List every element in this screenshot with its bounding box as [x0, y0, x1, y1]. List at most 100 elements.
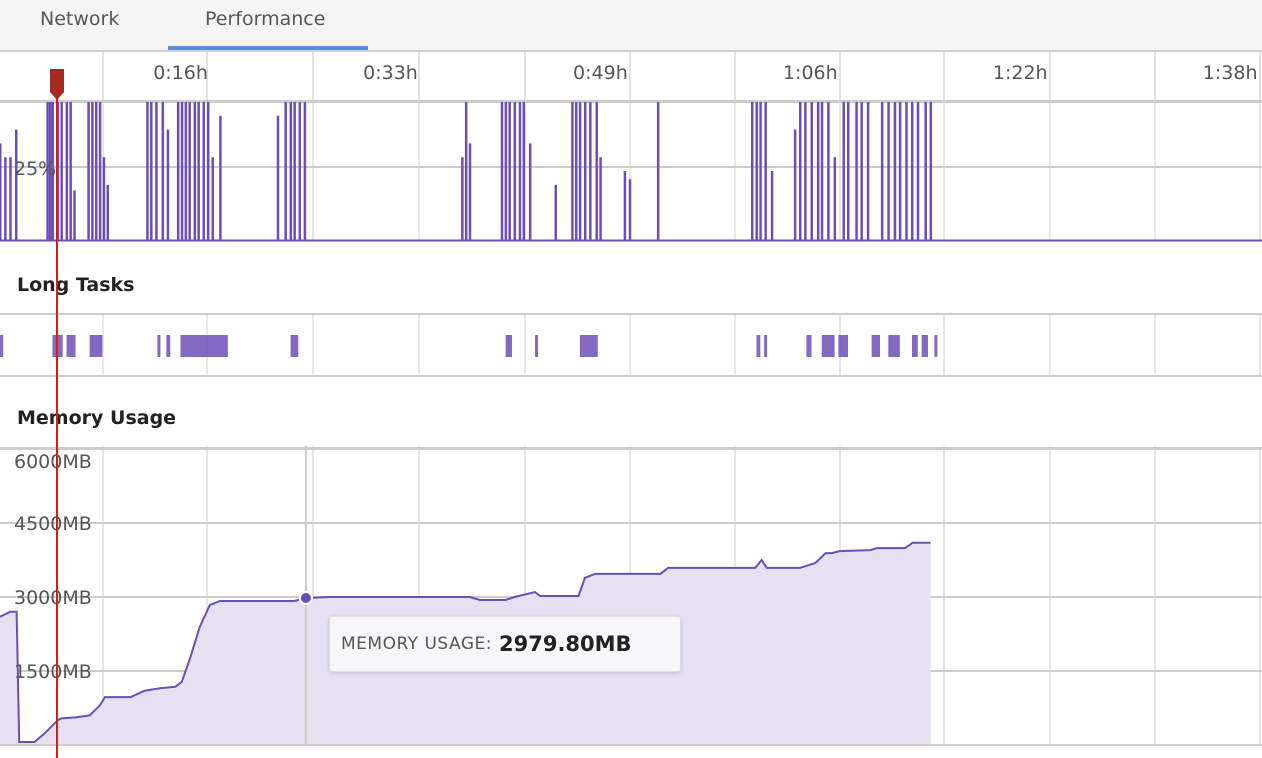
cpu-spike	[855, 102, 858, 240]
cpu-spike	[0, 143, 2, 240]
long-task-bar	[838, 335, 848, 357]
cpu-spike	[880, 102, 884, 240]
time-tick-label: 0:49h	[573, 62, 628, 84]
cpu-spike	[303, 102, 307, 240]
cpu-spike	[755, 102, 758, 240]
cpu-spike	[860, 102, 863, 240]
playhead[interactable]	[47, 52, 67, 758]
long-task-bar	[756, 335, 761, 357]
cpu-spike	[289, 102, 293, 240]
long-tasks-title: Long Tasks	[17, 274, 135, 296]
cpu-spike	[207, 102, 210, 240]
tab-network[interactable]: Network	[40, 8, 119, 30]
cpu-spike	[804, 102, 807, 240]
cpu-spike	[202, 102, 206, 240]
cpu-spike	[87, 102, 90, 240]
long-task-bar	[66, 335, 76, 357]
time-axis: 0:16h 0:33h 0:49h 1:06h 1:22h 1:38h	[0, 52, 1262, 102]
cpu-spike	[468, 143, 472, 240]
cpu-spike	[146, 102, 149, 240]
cpu-spike	[106, 184, 110, 240]
long-task-bar	[888, 335, 900, 357]
long-task-bar	[180, 335, 228, 357]
tab-performance[interactable]: Performance	[205, 8, 325, 30]
cpu-spike	[184, 102, 188, 240]
cpu-spike	[751, 102, 754, 240]
cpu-spike	[887, 102, 890, 240]
cpu-spike	[69, 102, 72, 240]
long-task-bar	[0, 335, 4, 357]
cpu-spike	[628, 179, 632, 240]
long-task-bar	[505, 335, 512, 357]
cpu-spike	[9, 157, 12, 240]
cpu-spike	[759, 102, 762, 240]
memory-usage-title: Memory Usage	[17, 407, 177, 429]
time-tick-label: 1:22h	[993, 62, 1048, 84]
cpu-spike	[461, 157, 464, 240]
cpu-spike	[793, 129, 797, 240]
cpu-spike	[599, 157, 602, 240]
cpu-spike	[827, 102, 830, 240]
cpu-spike	[155, 102, 158, 240]
cpu-spike	[98, 102, 102, 240]
long-task-bar	[871, 335, 880, 357]
long-tasks-chart	[0, 313, 1262, 377]
cpu-spike	[91, 102, 94, 240]
cpu-spike	[764, 102, 767, 240]
cpu-spike	[656, 102, 660, 240]
tab-bar: Network Performance	[0, 0, 1262, 52]
long-task-bar	[821, 335, 835, 357]
tooltip-label: MEMORY USAGE:	[341, 634, 492, 654]
cpu-spike	[924, 102, 927, 240]
cpu-spike	[799, 102, 802, 240]
cpu-spike	[513, 102, 517, 240]
cpu-spike	[293, 102, 296, 240]
cpu-spike	[810, 102, 814, 240]
long-task-bar	[166, 335, 171, 357]
cpu-spike	[589, 102, 592, 240]
memory-chart: 6000MB4500MB3000MB1500MB	[0, 446, 1262, 746]
cpu-spike	[298, 102, 302, 240]
cpu-spike	[866, 102, 870, 240]
cpu-spike	[504, 102, 508, 240]
cpu-spike	[161, 102, 165, 240]
cpu-spike	[847, 102, 850, 240]
cpu-spike	[166, 129, 170, 240]
long-task-bar	[921, 335, 928, 357]
time-tick-label: 0:16h	[153, 62, 208, 84]
cpu-spike	[102, 157, 106, 240]
time-tick-label: 0:33h	[363, 62, 418, 84]
cpu-spike	[833, 157, 837, 240]
cpu-spike	[508, 102, 511, 240]
cpu-spike	[583, 102, 587, 240]
long-task-bar	[579, 335, 598, 357]
long-task-bar	[806, 335, 812, 357]
cpu-spike	[911, 102, 914, 240]
cpu-spike	[197, 102, 200, 240]
cpu-spike	[211, 157, 214, 240]
cpu-spike	[929, 102, 933, 240]
memory-tooltip: MEMORY USAGE: 2979.80MB	[329, 616, 681, 672]
long-task-bar	[934, 335, 938, 357]
cpu-chart: 25%	[0, 101, 1262, 242]
long-task-bar	[157, 335, 161, 357]
cpu-spike	[816, 102, 820, 240]
long-task-bar	[912, 335, 918, 357]
cpu-spike	[905, 102, 908, 240]
active-tab-indicator	[168, 46, 368, 50]
long-task-bar	[89, 335, 103, 357]
cpu-spike	[95, 102, 98, 240]
cpu-spike	[623, 171, 627, 240]
cpu-spike	[73, 190, 76, 240]
cpu-spike	[916, 102, 920, 240]
cpu-spike	[15, 129, 18, 240]
cpu-spike	[575, 102, 578, 240]
cpu-spike	[522, 102, 526, 240]
cpu-spike	[571, 102, 574, 240]
time-tick-label: 1:06h	[783, 62, 838, 84]
cpu-spike	[500, 102, 504, 240]
cpu-spike	[219, 115, 222, 240]
cpu-spike	[188, 102, 191, 240]
time-tick-label: 1:38h	[1203, 62, 1258, 84]
cpu-spike	[150, 102, 153, 240]
